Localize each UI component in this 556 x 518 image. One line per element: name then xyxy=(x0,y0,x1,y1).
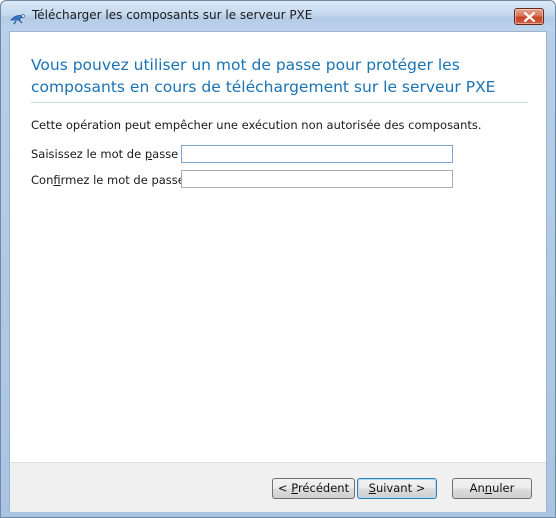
wizard-window: Télécharger les composants sur le serveu… xyxy=(0,0,556,518)
cancel-button[interactable]: Annuler xyxy=(452,478,532,499)
close-icon xyxy=(524,12,535,22)
close-button[interactable] xyxy=(514,8,544,25)
confirm-password-input[interactable] xyxy=(181,170,453,188)
cancel-mnemonic: n xyxy=(484,481,493,495)
password-input[interactable] xyxy=(181,145,453,163)
window-title: Télécharger les composants sur le serveu… xyxy=(32,8,313,22)
password-label: Saisissez le mot de passe : xyxy=(31,147,186,161)
cancel-post: uler xyxy=(492,481,515,495)
page-heading: Vous pouvez utiliser un mot de passe pou… xyxy=(31,56,496,96)
confirm-label-mnemonic: f xyxy=(53,173,61,187)
title-bar[interactable]: Télécharger les composants sur le serveu… xyxy=(1,1,555,31)
wizard-content: Vous pouvez utiliser un mot de passe pou… xyxy=(9,31,547,512)
next-button[interactable]: Suivant > xyxy=(357,478,437,499)
previous-pre: < xyxy=(277,481,292,495)
next-post: uivant > xyxy=(375,481,426,495)
description-text: Cette opération peut empêcher une exécut… xyxy=(31,118,482,132)
confirm-password-label: Confirmez le mot de passe : xyxy=(31,173,192,187)
heading-separator xyxy=(31,102,528,103)
button-bar: < Précédent Suivant > Annuler xyxy=(10,462,546,512)
password-label-pre: Saisissez le mot de xyxy=(31,147,145,161)
cancel-pre: An xyxy=(469,481,485,495)
previous-post: récédent xyxy=(297,481,350,495)
confirm-label-pre: Con xyxy=(31,173,54,187)
satellite-dish-icon xyxy=(10,10,26,25)
previous-button[interactable]: < Précédent xyxy=(272,478,355,499)
previous-mnemonic: P xyxy=(291,481,298,495)
confirm-label-post: irmez le mot de passe : xyxy=(60,173,193,187)
next-mnemonic: S xyxy=(368,481,376,495)
